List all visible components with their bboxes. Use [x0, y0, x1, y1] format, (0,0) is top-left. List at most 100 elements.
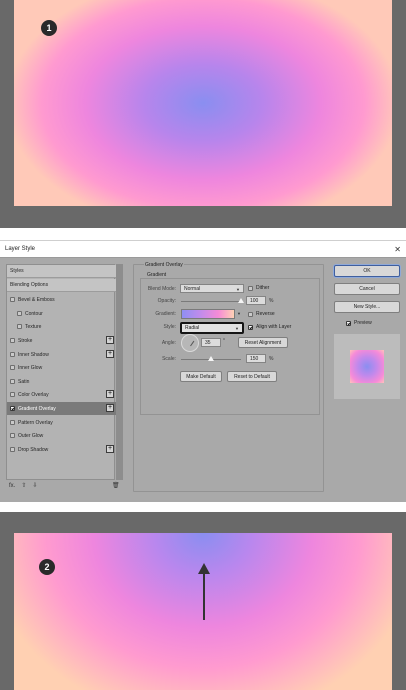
opacity-label: Opacity:	[157, 298, 176, 304]
style-item-label: Stroke	[18, 337, 33, 344]
preview-label: Preview	[354, 320, 372, 326]
blending-options-item[interactable]: Blending Options	[7, 279, 116, 292]
move-down-icon[interactable]: ⇩	[32, 482, 37, 489]
step-badge-1: 1	[41, 20, 57, 36]
style-preview-box	[334, 334, 400, 399]
styles-list: Styles Blending Options Bevel & Emboss C…	[6, 264, 116, 480]
align-with-layer-box[interactable]	[248, 324, 253, 330]
align-with-layer-label: Align with Layer	[256, 324, 292, 330]
scale-slider-thumb[interactable]	[208, 356, 214, 361]
checkbox-gradient-overlay[interactable]	[10, 406, 15, 411]
checkbox-stroke[interactable]	[10, 338, 15, 343]
add-color-overlay-icon[interactable]: +	[106, 390, 114, 398]
preview-box[interactable]	[346, 320, 351, 326]
angle-dial[interactable]	[181, 334, 199, 352]
opacity-slider-track[interactable]	[181, 301, 241, 302]
gradient-picker-arrow-icon[interactable]: ▼	[237, 311, 241, 316]
dither-checkbox[interactable]: Dither	[248, 285, 269, 291]
blend-mode-label: Blend Mode:	[147, 286, 176, 292]
fx-icon[interactable]: fx.	[9, 483, 15, 489]
dither-box[interactable]	[248, 285, 253, 291]
blend-mode-select[interactable]: Normal ▼	[180, 284, 244, 293]
style-item-stroke[interactable]: Stroke +	[7, 334, 116, 347]
style-item-color-overlay[interactable]: Color Overlay +	[7, 388, 116, 401]
scale-label: Scale:	[162, 356, 176, 362]
reverse-box[interactable]	[248, 311, 253, 317]
angle-label: Angle:	[161, 340, 176, 346]
blending-options-label: Blending Options	[10, 282, 49, 288]
checkbox-outer-glow[interactable]	[10, 433, 15, 438]
preview-checkbox[interactable]: Preview	[346, 320, 372, 326]
style-item-label: Gradient Overlay	[18, 405, 56, 412]
make-default-button[interactable]: Make Default	[180, 371, 222, 382]
style-item-bevel-emboss[interactable]: Bevel & Emboss	[7, 293, 116, 306]
gradient-swatch[interactable]	[181, 309, 235, 319]
checkbox-inner-shadow[interactable]	[10, 352, 15, 357]
opacity-unit: %	[269, 298, 274, 304]
style-value: Radial	[185, 325, 200, 331]
layer-style-dialog: Layer Style ✕ Styles Blending Options Be…	[0, 240, 406, 502]
checkbox-satin[interactable]	[10, 379, 15, 384]
add-inner-shadow-icon[interactable]: +	[106, 350, 114, 358]
style-item-contour[interactable]: Contour	[7, 307, 116, 320]
gradient-label: Gradient:	[155, 311, 176, 317]
style-item-label: Bevel & Emboss	[18, 296, 55, 303]
checkbox-color-overlay[interactable]	[10, 392, 15, 397]
style-item-label: Drop Shadow	[18, 446, 49, 453]
style-item-pattern-overlay[interactable]: Pattern Overlay	[7, 416, 116, 429]
blend-mode-value: Normal	[184, 285, 201, 292]
ok-button[interactable]: OK	[334, 265, 400, 277]
opacity-slider-thumb[interactable]	[238, 298, 244, 303]
style-select[interactable]: Radial ▼	[180, 322, 244, 334]
opacity-input[interactable]: 100	[246, 296, 266, 305]
checkbox-inner-glow[interactable]	[10, 365, 15, 370]
bottom-image-panel: 2	[0, 512, 406, 690]
new-style-button[interactable]: New Style...	[334, 301, 400, 313]
reverse-label: Reverse	[256, 311, 275, 317]
cancel-button[interactable]: Cancel	[334, 283, 400, 295]
style-item-gradient-overlay[interactable]: Gradient Overlay +	[7, 402, 116, 415]
style-item-satin[interactable]: Satin	[7, 375, 116, 388]
style-item-inner-shadow[interactable]: Inner Shadow +	[7, 348, 116, 361]
checkbox-drop-shadow[interactable]	[10, 447, 15, 452]
up-arrow-icon	[198, 563, 210, 620]
reset-to-default-button[interactable]: Reset to Default	[227, 371, 277, 382]
close-icon[interactable]: ✕	[394, 245, 401, 254]
checkbox-pattern-overlay[interactable]	[10, 420, 15, 425]
move-up-icon[interactable]: ⇧	[21, 482, 26, 489]
chevron-down-icon: ▼	[236, 287, 240, 292]
style-item-drop-shadow[interactable]: Drop Shadow +	[7, 443, 116, 456]
reset-alignment-button[interactable]: Reset Alignment	[238, 337, 288, 348]
angle-unit: °	[223, 338, 225, 344]
dither-label: Dither	[256, 285, 270, 291]
trash-icon[interactable]: 🗑	[112, 482, 120, 489]
opacity-value: 100	[250, 297, 259, 304]
style-item-label: Satin	[18, 378, 30, 385]
style-item-label: Texture	[25, 323, 42, 330]
style-item-inner-glow[interactable]: Inner Glow	[7, 361, 116, 374]
styles-header[interactable]: Styles	[7, 265, 116, 278]
styles-list-scrollbar[interactable]	[116, 264, 123, 480]
angle-input[interactable]: 35	[201, 338, 221, 347]
styles-list-toolbar: fx. ⇧ ⇩	[9, 482, 37, 490]
reverse-checkbox[interactable]: Reverse	[248, 311, 275, 317]
gradient-canvas-before	[14, 0, 392, 206]
checkbox-texture[interactable]	[17, 324, 22, 329]
style-item-label: Color Overlay	[18, 391, 49, 398]
dialog-titlebar: Layer Style ✕	[0, 241, 406, 258]
step-badge-2: 2	[39, 559, 55, 575]
style-item-outer-glow[interactable]: Outer Glow	[7, 429, 116, 442]
scale-input[interactable]: 150	[246, 354, 266, 363]
scale-unit: %	[269, 356, 274, 362]
style-item-texture[interactable]: Texture	[7, 320, 116, 333]
checkbox-bevel-emboss[interactable]	[10, 297, 15, 302]
style-item-label: Outer Glow	[18, 432, 44, 439]
checkbox-contour[interactable]	[17, 311, 22, 316]
style-item-label: Inner Shadow	[18, 351, 49, 358]
add-drop-shadow-icon[interactable]: +	[106, 445, 114, 453]
add-gradient-overlay-icon[interactable]: +	[106, 404, 114, 412]
chevron-down-icon: ▼	[235, 326, 239, 331]
align-with-layer-checkbox[interactable]: Align with Layer	[248, 324, 291, 330]
style-preview-swatch	[350, 350, 384, 383]
add-stroke-icon[interactable]: +	[106, 336, 114, 344]
